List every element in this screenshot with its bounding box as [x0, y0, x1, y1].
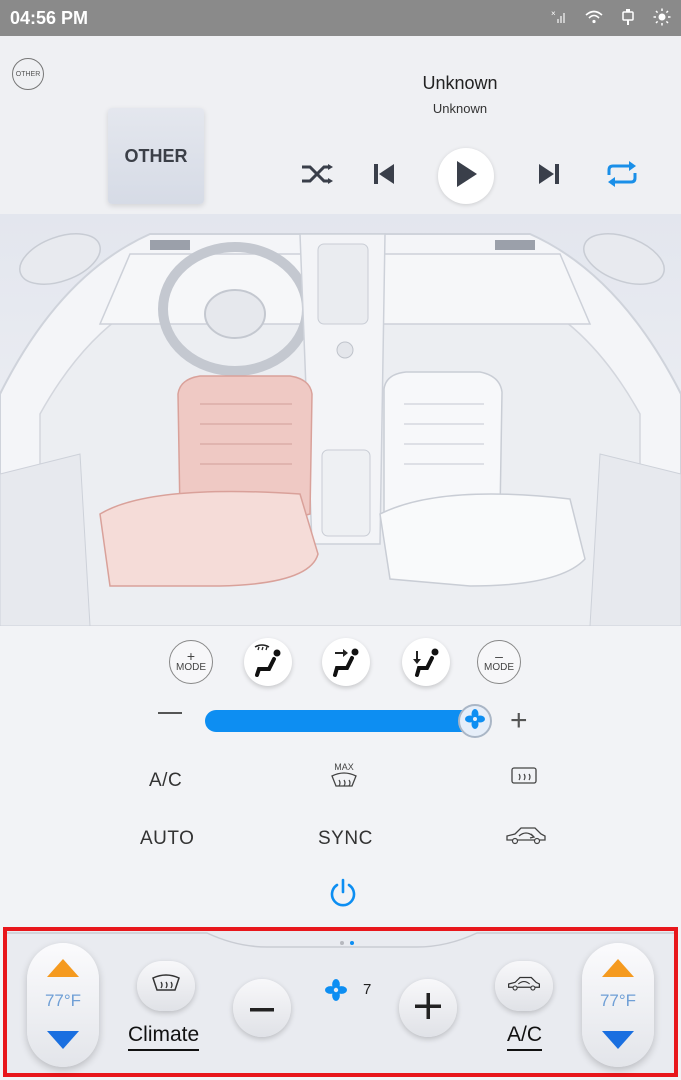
- dock-panel: 77°F Climate 7 A/C 77°F: [7, 931, 674, 1073]
- repeat-button[interactable]: [594, 148, 650, 204]
- right-temp-down-icon[interactable]: [602, 1031, 634, 1054]
- track-title: Unknown: [422, 73, 498, 93]
- mode-plus-button[interactable]: + MODE: [169, 640, 213, 684]
- vent-feet-button[interactable]: [402, 638, 450, 686]
- car-interior-illustration: [0, 233, 681, 626]
- track-artist: Unknown: [432, 101, 488, 116]
- repeat-icon: [605, 159, 639, 194]
- status-time: 04:56 PM: [10, 7, 89, 28]
- signal-icon: ×: [551, 9, 567, 27]
- next-button[interactable]: [521, 148, 577, 204]
- fan-increase-button[interactable]: +: [510, 706, 528, 736]
- svg-text:×: ×: [551, 10, 556, 18]
- left-temp-value: 77°F: [44, 991, 82, 1010]
- max-defrost-icon: [330, 771, 358, 795]
- max-label: MAX: [334, 761, 354, 772]
- ac-label[interactable]: A/C: [507, 1023, 543, 1051]
- rear-defrost-icon: [510, 765, 538, 794]
- media-player: OTHER Unknown Unknown OTHER: [0, 36, 681, 214]
- power-icon: [329, 878, 357, 913]
- page-dot: [340, 941, 344, 945]
- next-icon: [537, 162, 561, 191]
- album-art[interactable]: OTHER: [108, 108, 204, 204]
- recirculation-button[interactable]: [504, 824, 548, 852]
- rear-defrost-button[interactable]: [508, 764, 540, 794]
- mode-plus-sign: +: [186, 648, 196, 664]
- max-defrost-button[interactable]: MAX: [326, 760, 362, 796]
- dock-fan-decrease-button[interactable]: [233, 979, 291, 1037]
- climate-controls: + MODE – MODE + A/C MAX AUTO SYNC: [0, 626, 681, 924]
- source-badge[interactable]: OTHER: [12, 58, 44, 90]
- shuffle-button[interactable]: [289, 148, 345, 204]
- left-temp-control: 77°F: [27, 943, 99, 1067]
- page-indicator: [340, 941, 354, 945]
- vent-face-button[interactable]: [322, 638, 370, 686]
- car-interior-view: [0, 214, 681, 626]
- plus-icon: [415, 992, 441, 1024]
- windshield-defrost-icon: [151, 973, 181, 999]
- windshield-defrost-feet-icon: [251, 643, 285, 682]
- previous-icon: [372, 162, 396, 191]
- climate-label[interactable]: Climate: [128, 1023, 200, 1051]
- brightness-icon: [653, 8, 671, 29]
- mode-minus-sign: –: [495, 648, 503, 664]
- feet-vent-icon: [409, 643, 443, 682]
- ac-button[interactable]: A/C: [149, 770, 182, 792]
- minus-icon: [250, 999, 274, 1017]
- fan-speed-slider[interactable]: [205, 710, 489, 732]
- fan-icon: [465, 708, 485, 734]
- status-icons: ×: [551, 8, 671, 29]
- mode-minus-button[interactable]: – MODE: [477, 640, 521, 684]
- mode-minus-label: MODE: [484, 662, 514, 673]
- page-dot-active: [350, 941, 354, 945]
- fan-slider-handle[interactable]: [458, 704, 492, 738]
- play-icon: [454, 160, 478, 193]
- sync-button[interactable]: SYNC: [318, 828, 373, 850]
- usb-icon: [621, 8, 635, 28]
- left-temp-down-icon[interactable]: [47, 1031, 79, 1054]
- dock-fan-icon: [325, 979, 347, 1006]
- power-button[interactable]: [328, 878, 358, 912]
- fan-decrease-button[interactable]: [158, 712, 182, 714]
- wifi-icon: [585, 10, 603, 27]
- dock-fan-increase-button[interactable]: [399, 979, 457, 1037]
- right-temp-control: 77°F: [582, 943, 654, 1067]
- face-vent-icon: [329, 643, 363, 682]
- fan-level-value: 7: [363, 981, 372, 998]
- climate-dock: 77°F Climate 7 A/C 77°F: [0, 924, 681, 1080]
- shuffle-icon: [300, 163, 334, 190]
- right-temp-up-icon[interactable]: [602, 959, 634, 982]
- dock-recirculation-button[interactable]: [495, 961, 553, 1011]
- left-temp-up-icon[interactable]: [47, 959, 79, 982]
- recirculation-car-icon: [505, 826, 547, 851]
- play-button[interactable]: [438, 148, 494, 204]
- previous-button[interactable]: [356, 148, 412, 204]
- right-temp-value: 77°F: [599, 991, 637, 1010]
- status-bar: 04:56 PM ×: [0, 0, 681, 36]
- mode-plus-label: MODE: [176, 662, 206, 673]
- vent-defrost-feet-button[interactable]: [244, 638, 292, 686]
- recirculation-car-icon: [507, 975, 541, 998]
- auto-button[interactable]: AUTO: [140, 828, 194, 850]
- dock-defrost-button[interactable]: [137, 961, 195, 1011]
